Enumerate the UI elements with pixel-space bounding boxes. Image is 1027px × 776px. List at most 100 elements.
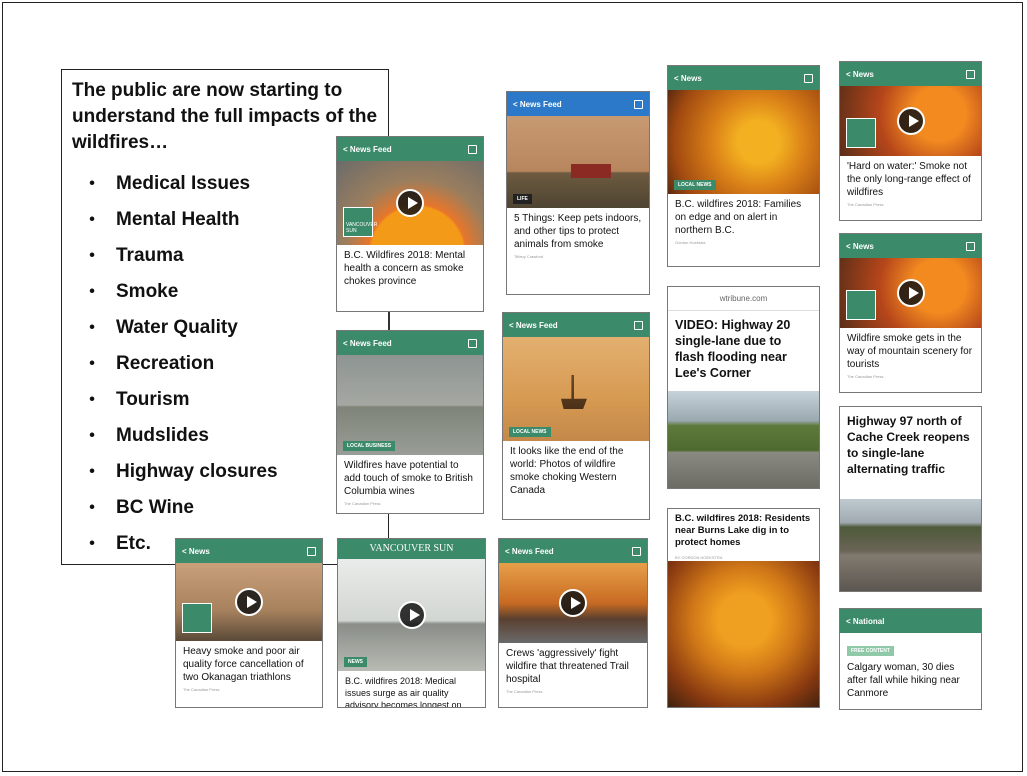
news-card-hard-on-water[interactable]: < News 'Hard on water:' Smoke not the on… (839, 61, 982, 221)
article-title[interactable]: It looks like the end of the world: Phot… (503, 441, 649, 499)
list-item: • Medical Issues (72, 166, 378, 202)
news-card-mental-health[interactable]: < News Feed VANCOUVER SUN B.C. Wildfires… (336, 136, 484, 312)
article-title[interactable]: Highway 97 north of Cache Creek reopens … (840, 407, 981, 483)
impacts-list: • Medical Issues • Mental Health • Trauma •… (72, 166, 378, 562)
news-bar: < News (840, 62, 981, 86)
back-button[interactable]: < News (674, 74, 702, 83)
article-image: LOCAL NEWS (668, 90, 819, 194)
news-bar: < News (668, 66, 819, 90)
article-title[interactable]: Wildfires have potential to add touch of… (337, 455, 483, 500)
bullet-icon: • (89, 427, 95, 444)
article-title[interactable]: Heavy smoke and poor air quality force c… (176, 641, 322, 686)
news-card-highway-20[interactable]: wtribune.com VIDEO: Highway 20 single-la… (667, 286, 820, 489)
news-card-pets[interactable]: < News Feed LIFE 5 Things: Keep pets ind… (506, 91, 650, 295)
play-icon[interactable] (397, 601, 426, 629)
share-icon[interactable] (634, 320, 643, 330)
vancouver-sun-logo: VANCOUVER SUN (343, 207, 377, 237)
list-item: • BC Wine (72, 490, 378, 526)
article-title[interactable]: Wildfire smoke gets in the way of mounta… (840, 328, 981, 373)
bullet-icon: • (89, 499, 95, 516)
article-title[interactable]: Crews 'aggressively' fight wildfire that… (499, 643, 647, 688)
article-title[interactable]: B.C. wildfires 2018: Medical issues surg… (338, 671, 485, 707)
play-icon[interactable] (235, 588, 263, 616)
article-image (499, 563, 647, 643)
article-image: NEWS (338, 559, 485, 671)
article-title[interactable]: Calgary woman, 30 dies after fall while … (840, 657, 981, 702)
article-author: The Canadian Press (506, 689, 543, 694)
article-image: LOCAL BUSINESS (337, 355, 483, 455)
article-title[interactable]: B.C. wildfires 2018: Residents near Burn… (668, 509, 819, 551)
connector-line (388, 309, 390, 331)
news-feed-bar: < News Feed (507, 92, 649, 116)
play-icon[interactable] (559, 589, 587, 617)
article-title[interactable]: B.C. wildfires 2018: Families on edge an… (668, 194, 819, 239)
article-title[interactable]: 'Hard on water:' Smoke not the only long… (840, 156, 981, 201)
news-feed-bar: < News Feed (499, 539, 647, 563)
news-card-mountain-scenery[interactable]: < News Wildfire smoke gets in the way of… (839, 233, 982, 393)
category-tag: NEWS (344, 657, 367, 667)
category-tag: LOCAL BUSINESS (343, 441, 396, 451)
play-icon[interactable] (896, 107, 925, 135)
news-feed-bar: < News Feed (337, 137, 483, 161)
back-button[interactable]: < News Feed (343, 145, 392, 154)
news-card-burns-lake[interactable]: B.C. wildfires 2018: Residents near Burn… (667, 508, 820, 708)
back-button[interactable]: < News (182, 547, 210, 556)
news-feed-bar: < News Feed (337, 331, 483, 355)
share-icon[interactable] (468, 338, 477, 348)
news-card-bc-wines[interactable]: < News Feed LOCAL BUSINESS Wildfires hav… (336, 330, 484, 514)
news-card-medical-issues[interactable]: VANCOUVER SUN NEWS B.C. wildfires 2018: … (337, 538, 486, 708)
play-icon[interactable] (896, 279, 925, 307)
back-button[interactable]: < News (846, 70, 874, 79)
article-author: Tiffany Crawford (514, 254, 544, 259)
list-item: • Recreation (72, 346, 378, 382)
back-button[interactable]: < National (846, 617, 884, 626)
share-icon[interactable] (804, 73, 813, 83)
impacts-heading: The public are now starting to understan… (72, 80, 378, 153)
share-icon[interactable] (632, 546, 641, 556)
back-button[interactable]: < News Feed (513, 100, 562, 109)
bullet-icon: • (89, 535, 95, 552)
news-card-highway-97[interactable]: Highway 97 north of Cache Creek reopens … (839, 406, 982, 592)
category-tag: LIFE (513, 194, 532, 204)
back-button[interactable]: < News Feed (509, 321, 558, 330)
category-tag: LOCAL NEWS (674, 180, 716, 190)
slide: The public are now starting to understan… (2, 2, 1023, 772)
news-card-end-of-world[interactable]: < News Feed LOCAL NEWS It looks like the… (502, 312, 650, 520)
url-text[interactable]: wtribune.com (720, 294, 768, 303)
news-feed-bar: < News Feed (503, 313, 649, 337)
back-button[interactable]: < News Feed (505, 547, 554, 556)
bullet-icon: • (89, 247, 95, 264)
category-tag: LOCAL NEWS (509, 427, 551, 437)
news-card-families-on-edge[interactable]: < News LOCAL NEWS B.C. wildfires 2018: F… (667, 65, 820, 267)
vancouver-sun-logo (182, 603, 212, 633)
share-icon[interactable] (966, 241, 975, 251)
list-item: • Highway closures (72, 454, 378, 490)
list-item: • Tourism (72, 382, 378, 418)
national-bar: < National (840, 609, 981, 633)
share-icon[interactable] (966, 69, 975, 79)
news-card-calgary-woman[interactable]: < National FREE CONTENT Calgary woman, 3… (839, 608, 982, 710)
article-image: LOCAL NEWS (503, 337, 649, 441)
article-author: The Canadian Press (344, 501, 381, 506)
share-icon[interactable] (634, 99, 643, 109)
article-image (176, 563, 322, 641)
bullet-icon: • (89, 463, 95, 480)
article-image (668, 561, 819, 707)
news-bar: < News (176, 539, 322, 563)
list-item: • Mental Health (72, 202, 378, 238)
play-icon[interactable] (396, 189, 424, 217)
article-title[interactable]: B.C. Wildfires 2018: Mental health a con… (337, 245, 483, 290)
share-icon[interactable] (307, 546, 316, 556)
article-title[interactable]: VIDEO: Highway 20 single-lane due to fla… (668, 311, 819, 387)
bullet-icon: • (89, 283, 95, 300)
article-image (840, 258, 981, 328)
article-title[interactable]: 5 Things: Keep pets indoors, and other t… (507, 208, 649, 253)
share-icon[interactable] (468, 144, 477, 154)
back-button[interactable]: < News (846, 242, 874, 251)
article-author: The Canadian Press (183, 687, 220, 692)
back-button[interactable]: < News Feed (343, 339, 392, 348)
article-image (840, 86, 981, 156)
news-card-triathlons[interactable]: < News Heavy smoke and poor air quality … (175, 538, 323, 708)
news-card-trail-hospital[interactable]: < News Feed Crews 'aggressively' fight w… (498, 538, 648, 708)
article-author: BY GORDON HOEKSTRA (675, 555, 723, 560)
